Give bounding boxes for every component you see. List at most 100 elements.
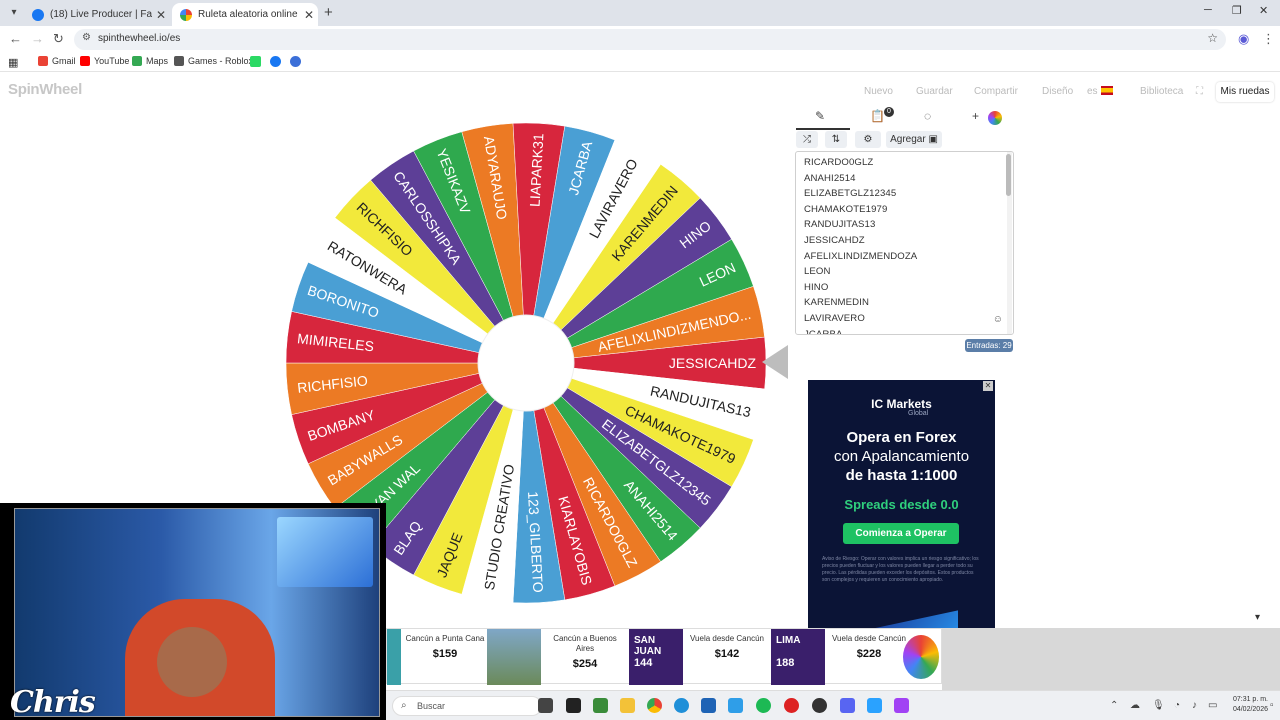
bookmark-gmail[interactable]: Gmail [38, 56, 76, 66]
menu-guardar[interactable]: Guardar [916, 86, 953, 97]
chevron-down-icon[interactable]: ▾ [1255, 612, 1260, 623]
entry-line[interactable]: CHAMAKOTE1979 [804, 204, 887, 215]
entry-line[interactable]: AFELIXLINDIZMENDOZA [804, 251, 917, 262]
travel-promo-san-juan[interactable]: SAN JUAN 144 [629, 629, 683, 685]
entry-line[interactable]: KARENMEDIN [804, 297, 869, 308]
entry-line[interactable]: RANDUJITAS13 [804, 219, 875, 230]
tray-volume-icon[interactable]: ♪ [1192, 700, 1197, 711]
app-red-icon[interactable] [784, 698, 799, 713]
sort-button[interactable]: ⇅ [825, 131, 847, 148]
fullscreen-icon[interactable]: ⛶ [1196, 86, 1203, 97]
app-icon[interactable] [728, 698, 743, 713]
travel-promo-lima[interactable]: LIMA 188 [771, 629, 825, 685]
discord-app-icon[interactable] [840, 698, 855, 713]
menu-biblioteca[interactable]: Biblioteca [1140, 86, 1183, 97]
menu-nuevo[interactable]: Nuevo [864, 86, 893, 97]
tray-cloud-icon[interactable]: ☁ [1130, 700, 1140, 711]
entry-line[interactable]: LEON [804, 266, 831, 277]
chrome-app-icon[interactable] [647, 698, 662, 713]
add-image-button[interactable]: Agregar ▣ [886, 131, 942, 148]
xbox-app-icon[interactable] [593, 698, 608, 713]
bookmark-roblox[interactable]: Games - Roblox [174, 56, 253, 66]
entry-line[interactable]: LAVIRAVERO [804, 313, 865, 324]
app-blue-icon[interactable] [867, 698, 882, 713]
spotify-app-icon[interactable] [756, 698, 771, 713]
task-view-icon[interactable] [538, 698, 553, 713]
taskbar-search[interactable]: ⌕ Buscar [392, 696, 542, 716]
bookmark-star-icon[interactable]: ☆ [1207, 31, 1218, 45]
bookmark-k-icon[interactable] [250, 56, 265, 67]
tab-spinwheel[interactable]: Ruleta aleatoria online – ruleta ✕ [172, 3, 318, 26]
youtube-icon [80, 56, 90, 66]
close-window-icon[interactable]: ✕ [1259, 4, 1268, 17]
tab-title: (18) Live Producer | Facebook [50, 9, 152, 20]
webcam-overlay: Chris [0, 503, 386, 720]
travel-card-title: Vuela desde Cancún [832, 634, 906, 643]
hide-eye-icon[interactable]: ◌ [924, 109, 931, 123]
travel-promo-price: 188 [776, 657, 795, 669]
travel-promo-price: 144 [634, 657, 653, 669]
edge-app-icon[interactable] [674, 698, 689, 713]
travel-card[interactable]: Vuela desde Cancún $142 [687, 629, 767, 685]
entry-line[interactable]: RICARDO0GLZ [804, 157, 873, 168]
travel-ad-banner[interactable]: Cancún a Punta Cana $159 Cancún a Buenos… [386, 628, 942, 685]
entries-textarea[interactable]: ☺ RICARDO0GLZ ANAHI2514 ELIZABETGLZ12345 CH… [795, 151, 1014, 335]
wheel-center-hub[interactable] [477, 314, 575, 412]
entry-line[interactable]: JCARBA [804, 329, 842, 334]
ad-spreads: Spreads desde 0.0 [844, 497, 959, 512]
forward-icon[interactable]: → [31, 31, 44, 46]
tray-mic-icon[interactable]: 🎙 [1152, 700, 1165, 711]
travel-card[interactable]: Cancún a Punta Cana $159 [405, 629, 485, 685]
travel-card[interactable]: Cancún a Buenos Aires $254 [545, 629, 625, 685]
entry-line[interactable]: JESSICAHDZ [804, 235, 865, 246]
close-tab-icon[interactable]: ✕ [156, 8, 166, 22]
tray-chevron-icon[interactable]: ⌃ [1110, 700, 1118, 711]
shuffle-button[interactable]: ⤮ [796, 131, 818, 148]
address-bar[interactable]: ⚙ spinthewheel.io/es ☆ [74, 29, 1226, 50]
kebab-menu-icon[interactable]: ⋮ [1262, 31, 1275, 47]
tab-facebook[interactable]: (18) Live Producer | Facebook ✕ [24, 3, 170, 26]
menu-diseno[interactable]: Diseño [1042, 86, 1073, 97]
bookmark-youtube[interactable]: YouTube [80, 56, 129, 66]
tab-search-icon[interactable]: ▾ [6, 5, 22, 21]
tray-wifi-icon[interactable]: ◔ [1174, 700, 1180, 711]
ad-cta-button[interactable]: Comienza a Operar [843, 523, 959, 544]
maximize-icon[interactable]: ❐ [1232, 4, 1242, 17]
entry-line[interactable]: ANAHI2514 [804, 173, 856, 184]
bookmark-maps[interactable]: Maps [132, 56, 168, 66]
taskbar-clock[interactable]: 07:31 p. m. 04/02/2026 [1228, 695, 1268, 715]
clipboard-icon[interactable]: 📋 [870, 109, 885, 123]
calculator-app-icon[interactable] [566, 698, 581, 713]
travel-card[interactable]: Vuela desde Cancún $228 [829, 629, 909, 685]
app-purple-icon[interactable] [894, 698, 909, 713]
add-color-icon[interactable]: + [972, 109, 979, 123]
new-tab-button[interactable]: + [324, 4, 333, 21]
obs-app-icon[interactable] [812, 698, 827, 713]
notifications-icon[interactable]: ▫ [1270, 700, 1274, 711]
url-text[interactable]: spinthewheel.io/es [98, 33, 180, 44]
color-wheel-icon[interactable] [988, 111, 1002, 125]
bookmark-r-icon[interactable] [290, 56, 305, 67]
menu-compartir[interactable]: Compartir [974, 86, 1018, 97]
bookmark-facebook-icon[interactable] [270, 56, 285, 67]
profile-icon[interactable]: ◉ [1238, 31, 1249, 47]
site-info-icon[interactable]: ⚙ [82, 32, 91, 43]
my-wheels-button[interactable]: Mis ruedas [1216, 82, 1274, 102]
tray-battery-icon[interactable]: ▭ [1208, 700, 1217, 711]
site-logo[interactable]: SpinWheel [8, 81, 82, 98]
back-icon[interactable]: ← [9, 31, 22, 46]
entries-scrollbar[interactable] [1006, 152, 1012, 334]
minimize-icon[interactable]: ─ [1204, 4, 1212, 16]
reload-icon[interactable]: ↻ [53, 31, 64, 47]
close-tab-icon[interactable]: ✕ [304, 8, 314, 22]
ad-close-icon[interactable]: ✕ [983, 381, 993, 391]
apps-grid-icon[interactable]: ▦ [8, 56, 18, 69]
emoji-icon[interactable]: ☺ [993, 314, 1003, 325]
edit-pencil-icon[interactable]: ✎ [815, 109, 825, 123]
entry-line[interactable]: ELIZABETGLZ12345 [804, 188, 896, 199]
menu-language[interactable]: es [1087, 86, 1098, 97]
explorer-app-icon[interactable] [620, 698, 635, 713]
entry-line[interactable]: HINO [804, 282, 828, 293]
settings-button[interactable]: ⚙ [855, 131, 881, 148]
store-app-icon[interactable] [701, 698, 716, 713]
